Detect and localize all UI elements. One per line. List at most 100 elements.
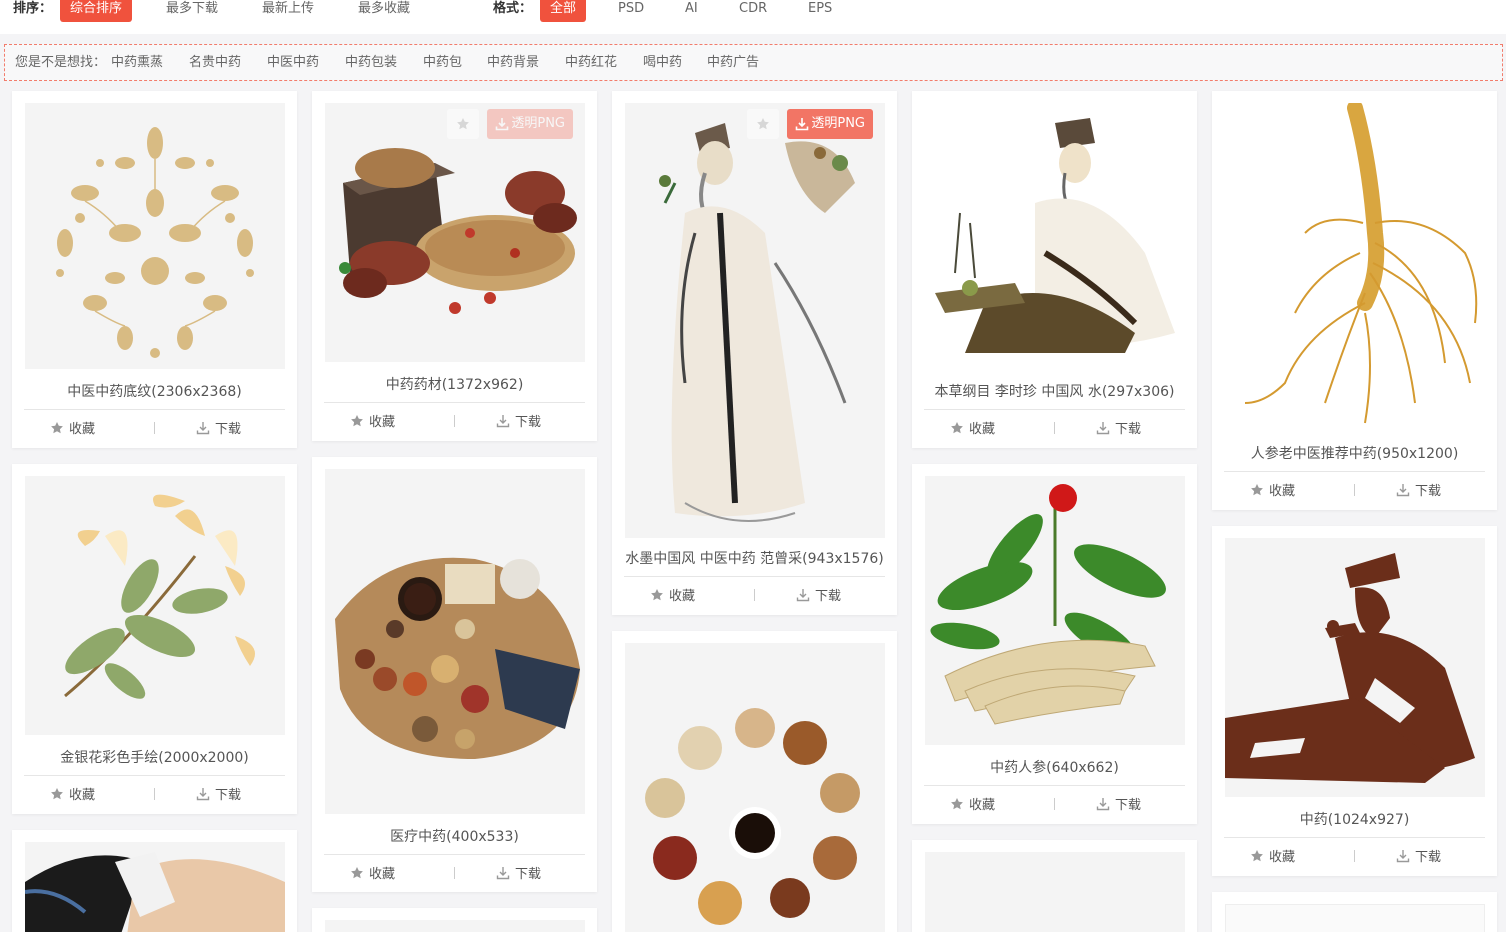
- sort-option-newest[interactable]: 最新上传: [262, 0, 314, 22]
- download-icon: [496, 866, 510, 879]
- favorite-label: 收藏: [69, 422, 96, 437]
- format-option-all[interactable]: 全部: [540, 0, 587, 22]
- download-button[interactable]: 下载: [1096, 794, 1141, 813]
- format-option-eps[interactable]: EPS: [808, 0, 832, 22]
- star-icon: [457, 118, 469, 130]
- suggestion-link[interactable]: 中药熏蒸: [111, 45, 163, 80]
- card-title[interactable]: 中药(1024x927): [1224, 809, 1485, 829]
- action-divider: [454, 867, 455, 879]
- favorite-button[interactable]: 收藏: [50, 418, 95, 437]
- suggestion-link[interactable]: 中药包装: [345, 45, 397, 80]
- download-button[interactable]: 下载: [496, 411, 541, 430]
- material-card[interactable]: [612, 631, 897, 932]
- png-badge-label: 透明PNG: [511, 116, 565, 131]
- download-button[interactable]: 下载: [796, 585, 841, 604]
- card-divider: [324, 854, 585, 855]
- transparent-png-badge[interactable]: 透明PNG: [487, 109, 573, 139]
- download-button[interactable]: 下载: [196, 418, 241, 437]
- card-title[interactable]: 本草纲目 李时珍 中国风 水(297x306): [924, 381, 1185, 401]
- star-icon: [51, 421, 63, 433]
- card-thumbnail[interactable]: [1225, 538, 1485, 797]
- material-card[interactable]: 人参老中医推荐中药(950x1200) 收藏 下载: [1212, 91, 1497, 510]
- card-title[interactable]: 中药药材(1372x962): [324, 374, 585, 394]
- material-card[interactable]: 医疗中药(400x533) 收藏 下载: [312, 457, 597, 892]
- suggestion-link[interactable]: 中药广告: [707, 45, 759, 80]
- download-label: 下载: [1115, 798, 1142, 813]
- download-label: 下载: [1415, 484, 1442, 499]
- suggestion-link[interactable]: 喝中药: [643, 45, 682, 80]
- card-title[interactable]: 中医中药底纹(2306x2368): [24, 381, 285, 401]
- card-thumbnail[interactable]: [1225, 904, 1485, 932]
- card-thumbnail[interactable]: [325, 920, 585, 932]
- favorite-quick-button[interactable]: [747, 109, 779, 139]
- page: 排序： 综合排序 最多下载 最新上传 最多收藏 格式： 全部 PSD AI CD…: [0, 0, 1506, 932]
- format-option-cdr[interactable]: CDR: [739, 0, 767, 22]
- card-thumbnail[interactable]: 透明PNG: [325, 103, 585, 362]
- material-card[interactable]: [912, 840, 1197, 932]
- card-thumbnail[interactable]: [625, 643, 885, 932]
- sort-option-most-favorites[interactable]: 最多收藏: [358, 0, 410, 22]
- favorite-button[interactable]: 收藏: [1250, 480, 1295, 499]
- favorite-button[interactable]: 收藏: [1250, 846, 1295, 865]
- card-actions: 收藏 下载: [924, 794, 1185, 814]
- suggestion-link[interactable]: 中药包: [423, 45, 462, 80]
- favorite-label: 收藏: [669, 589, 696, 604]
- material-card[interactable]: [12, 830, 297, 932]
- suggestion-link[interactable]: 中医中药: [267, 45, 319, 80]
- favorite-quick-button[interactable]: [447, 109, 479, 139]
- action-divider: [754, 589, 755, 601]
- download-button[interactable]: 下载: [196, 784, 241, 803]
- suggestion-link[interactable]: 名贵中药: [189, 45, 241, 80]
- material-card[interactable]: 透明PNG 中药药材(1372x962) 收藏 下载: [312, 91, 597, 441]
- sort-option-comprehensive[interactable]: 综合排序: [60, 0, 133, 22]
- favorite-button[interactable]: 收藏: [50, 784, 95, 803]
- card-title[interactable]: 医疗中药(400x533): [324, 826, 585, 846]
- card-title[interactable]: 水墨中国风 中医中药 范曾采(943x1576): [624, 548, 885, 568]
- favorite-button[interactable]: 收藏: [350, 411, 395, 430]
- card-title[interactable]: 人参老中医推荐中药(950x1200): [1224, 443, 1485, 463]
- card-divider: [624, 576, 885, 577]
- action-divider: [1054, 798, 1055, 810]
- card-thumbnail[interactable]: [25, 842, 285, 932]
- download-button[interactable]: 下载: [1096, 418, 1141, 437]
- suggestion-link[interactable]: 中药红花: [565, 45, 617, 80]
- card-thumbnail[interactable]: [325, 469, 585, 814]
- card-thumbnail[interactable]: [925, 103, 1185, 369]
- format-option-ai[interactable]: AI: [685, 0, 698, 22]
- card-actions: 收藏 下载: [924, 418, 1185, 438]
- favorite-button[interactable]: 收藏: [650, 585, 695, 604]
- sort-label: 排序：: [13, 1, 53, 16]
- download-button[interactable]: 下载: [1396, 480, 1441, 499]
- material-card[interactable]: 中医中药底纹(2306x2368) 收藏 下载: [12, 91, 297, 448]
- card-thumbnail[interactable]: [925, 852, 1185, 932]
- suggestion-link[interactable]: 中药背景: [487, 45, 539, 80]
- format-option-psd[interactable]: PSD: [618, 0, 644, 22]
- card-thumbnail[interactable]: 透明PNG: [625, 103, 885, 538]
- card-divider: [324, 402, 585, 403]
- transparent-png-badge[interactable]: 透明PNG: [787, 109, 873, 139]
- download-button[interactable]: 下载: [1396, 846, 1441, 865]
- download-button[interactable]: 下载: [496, 863, 541, 882]
- suggestion-prefix: 您是不是想找：: [15, 55, 107, 70]
- download-icon: [1096, 797, 1110, 810]
- card-title[interactable]: 中药人参(640x662): [924, 757, 1185, 777]
- material-card[interactable]: 中药人参(640x662) 收藏 下载: [912, 464, 1197, 824]
- favorite-button[interactable]: 收藏: [350, 863, 395, 882]
- material-card[interactable]: [312, 908, 597, 932]
- card-title[interactable]: 金银花彩色手绘(2000x2000): [24, 747, 285, 767]
- card-thumbnail[interactable]: [25, 476, 285, 735]
- material-card[interactable]: 金银花彩色手绘(2000x2000) 收藏 下载: [12, 464, 297, 814]
- favorite-label: 收藏: [1269, 484, 1296, 499]
- sort-option-most-downloads[interactable]: 最多下载: [166, 0, 218, 22]
- material-card[interactable]: 中药(1024x927) 收藏 下载: [1212, 526, 1497, 876]
- material-card[interactable]: [1212, 892, 1497, 932]
- download-icon: [796, 588, 810, 601]
- card-thumbnail[interactable]: [1225, 103, 1485, 431]
- card-thumbnail[interactable]: [25, 103, 285, 369]
- favorite-button[interactable]: 收藏: [950, 418, 995, 437]
- material-card[interactable]: 透明PNG 水墨中国风 中医中药 范曾采(943x1576) 收藏 下载: [612, 91, 897, 615]
- favorite-button[interactable]: 收藏: [950, 794, 995, 813]
- material-card[interactable]: 本草纲目 李时珍 中国风 水(297x306) 收藏 下载: [912, 91, 1197, 448]
- card-divider: [1224, 837, 1485, 838]
- card-thumbnail[interactable]: [925, 476, 1185, 745]
